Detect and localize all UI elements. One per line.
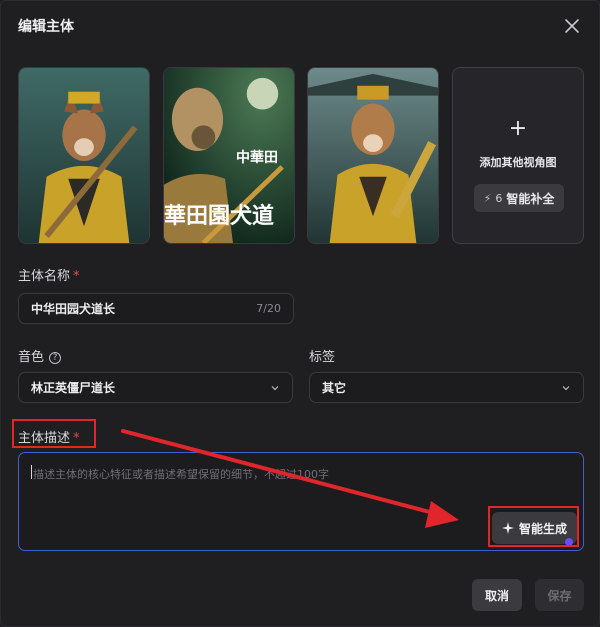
name-label: 主体名称 *	[18, 269, 80, 284]
name-char-counter: 7/20	[256, 302, 281, 315]
chevron-down-icon	[271, 385, 279, 390]
plus-icon: +	[508, 116, 528, 141]
tag-select[interactable]: 其它	[309, 372, 584, 403]
image-caption-top: 中華田	[236, 150, 278, 166]
voice-select[interactable]: 林正英僵尸道长	[18, 372, 293, 403]
smart-fill-button[interactable]: ⚡ 6 智能补全	[474, 184, 564, 212]
chevron-down-icon	[562, 385, 570, 390]
text-caret	[31, 465, 32, 479]
name-input-value: 中华田园犬道长	[31, 302, 116, 316]
dialog-title: 编辑主体	[18, 19, 74, 35]
subject-image-1[interactable]	[18, 67, 150, 244]
description-placeholder: 描述主体的核心特征或者描述希望保留的细节，不超过100字	[33, 468, 329, 481]
image-caption-bottom: 華田園犬道	[164, 203, 275, 229]
subject-image-3[interactable]	[307, 67, 439, 244]
tag-select-value: 其它	[322, 381, 347, 395]
tag-label: 标签	[309, 350, 336, 365]
smart-fill-count: 6	[495, 191, 503, 205]
save-button[interactable]: 保存	[535, 579, 584, 611]
voice-label: 音色?	[18, 346, 62, 365]
add-view-card[interactable]: + 添加其他视角图 ⚡ 6 智能补全	[452, 67, 584, 244]
close-icon[interactable]	[561, 15, 583, 37]
edit-subject-dialog: 编辑主体 中華田 華田園犬道 + 添加其他视角图 ⚡ 6 智能补全 主体名称 *…	[0, 0, 600, 627]
help-icon[interactable]: ?	[49, 352, 62, 364]
smart-fill-label: 智能补全	[506, 191, 555, 206]
annotation-box-button	[488, 506, 579, 547]
add-view-label: 添加其他视角图	[479, 156, 557, 169]
bolt-icon: ⚡	[483, 191, 492, 205]
cancel-button[interactable]: 取消	[472, 579, 522, 611]
annotation-box-label	[12, 419, 96, 448]
name-input[interactable]: 中华田园犬道长 7/20	[18, 293, 294, 324]
subject-image-2[interactable]: 中華田 華田園犬道	[163, 67, 295, 244]
required-mark: *	[73, 269, 80, 284]
voice-select-value: 林正英僵尸道长	[31, 381, 116, 395]
